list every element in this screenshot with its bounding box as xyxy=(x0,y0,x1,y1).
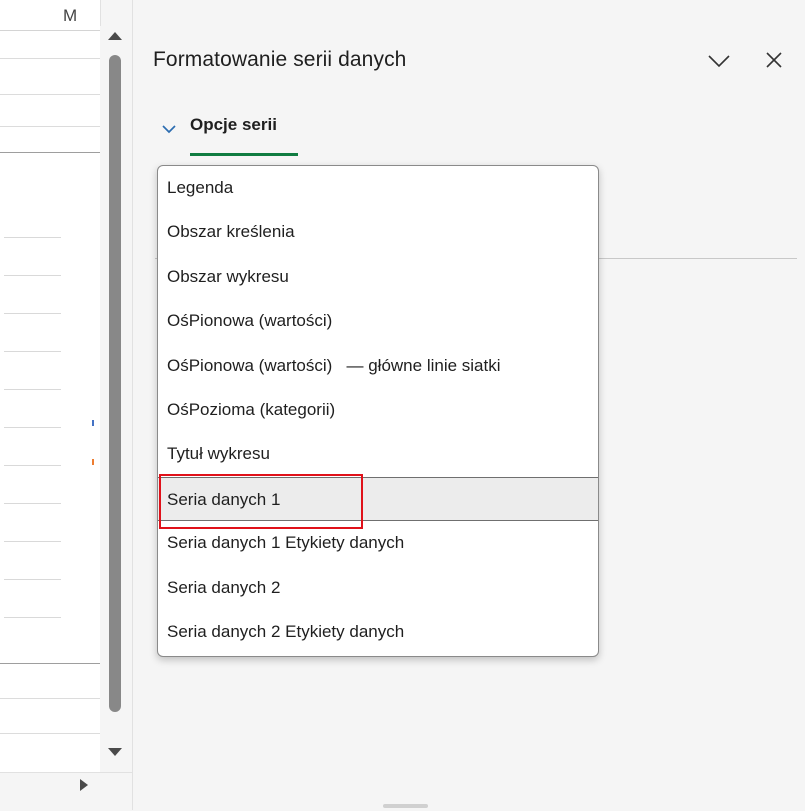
chart-gridline xyxy=(4,275,61,276)
close-icon[interactable] xyxy=(764,50,784,70)
dropdown-item-vertical-axis[interactable]: OśPionowa (wartości) xyxy=(158,299,598,343)
row-line xyxy=(0,698,100,699)
scroll-down-arrow-icon[interactable] xyxy=(108,748,122,756)
row-line xyxy=(0,126,100,127)
dropdown-item-series-1[interactable]: Seria danych 1 xyxy=(158,476,598,522)
scroll-up-arrow-icon[interactable] xyxy=(108,32,122,40)
dropdown-item-series-2[interactable]: Seria danych 2 xyxy=(158,566,598,610)
pane-title: Formatowanie serii danych xyxy=(153,48,407,71)
chart-elements-dropdown[interactable]: Legenda Obszar kreślenia Obszar wykresu … xyxy=(157,165,599,657)
chart-series-mark xyxy=(92,420,94,426)
scroll-thumb[interactable] xyxy=(109,55,121,712)
dropdown-item-chart-area[interactable]: Obszar wykresu xyxy=(158,255,598,299)
chart-gridline xyxy=(4,313,61,314)
dropdown-item-series-2-labels[interactable]: Seria danych 2 Etykiety danych xyxy=(158,610,598,654)
dropdown-item-vertical-axis-gridlines[interactable]: OśPionowa (wartości) — główne linie siat… xyxy=(158,344,598,388)
dropdown-item-legend[interactable]: Legenda xyxy=(158,166,598,210)
resize-handle[interactable] xyxy=(383,804,428,808)
chart-series-mark xyxy=(92,459,94,465)
row-line xyxy=(0,58,100,59)
section-chevron-icon[interactable] xyxy=(161,123,177,135)
scroll-right-arrow-icon[interactable] xyxy=(80,779,88,791)
row-line xyxy=(0,94,100,95)
row-line xyxy=(0,733,100,734)
chevron-down-icon[interactable] xyxy=(706,52,732,70)
chart-gridline xyxy=(4,617,61,618)
chart-gridline xyxy=(4,541,61,542)
chart-gridline xyxy=(4,351,61,352)
chart-gridline xyxy=(4,503,61,504)
dropdown-item-chart-title[interactable]: Tytuł wykresu xyxy=(158,432,598,476)
dropdown-item-series-1-labels[interactable]: Seria danych 1 Etykiety danych xyxy=(158,521,598,565)
chart-gridline xyxy=(4,579,61,580)
chart-area[interactable] xyxy=(0,152,100,664)
chart-gridline xyxy=(4,427,61,428)
series-options-tab[interactable]: Opcje serii xyxy=(190,115,277,135)
column-header[interactable]: M xyxy=(0,0,100,31)
dropdown-item-plot-area[interactable]: Obszar kreślenia xyxy=(158,210,598,254)
spreadsheet-grid[interactable]: M xyxy=(0,0,101,810)
chart-gridline xyxy=(4,465,61,466)
active-tab-underline xyxy=(190,153,298,156)
chart-gridline xyxy=(4,389,61,390)
column-letter[interactable]: M xyxy=(63,6,77,26)
chart-gridline xyxy=(4,237,61,238)
horizontal-scrollbar[interactable] xyxy=(0,772,132,811)
dropdown-item-horizontal-axis[interactable]: OśPozioma (kategorii) xyxy=(158,388,598,432)
